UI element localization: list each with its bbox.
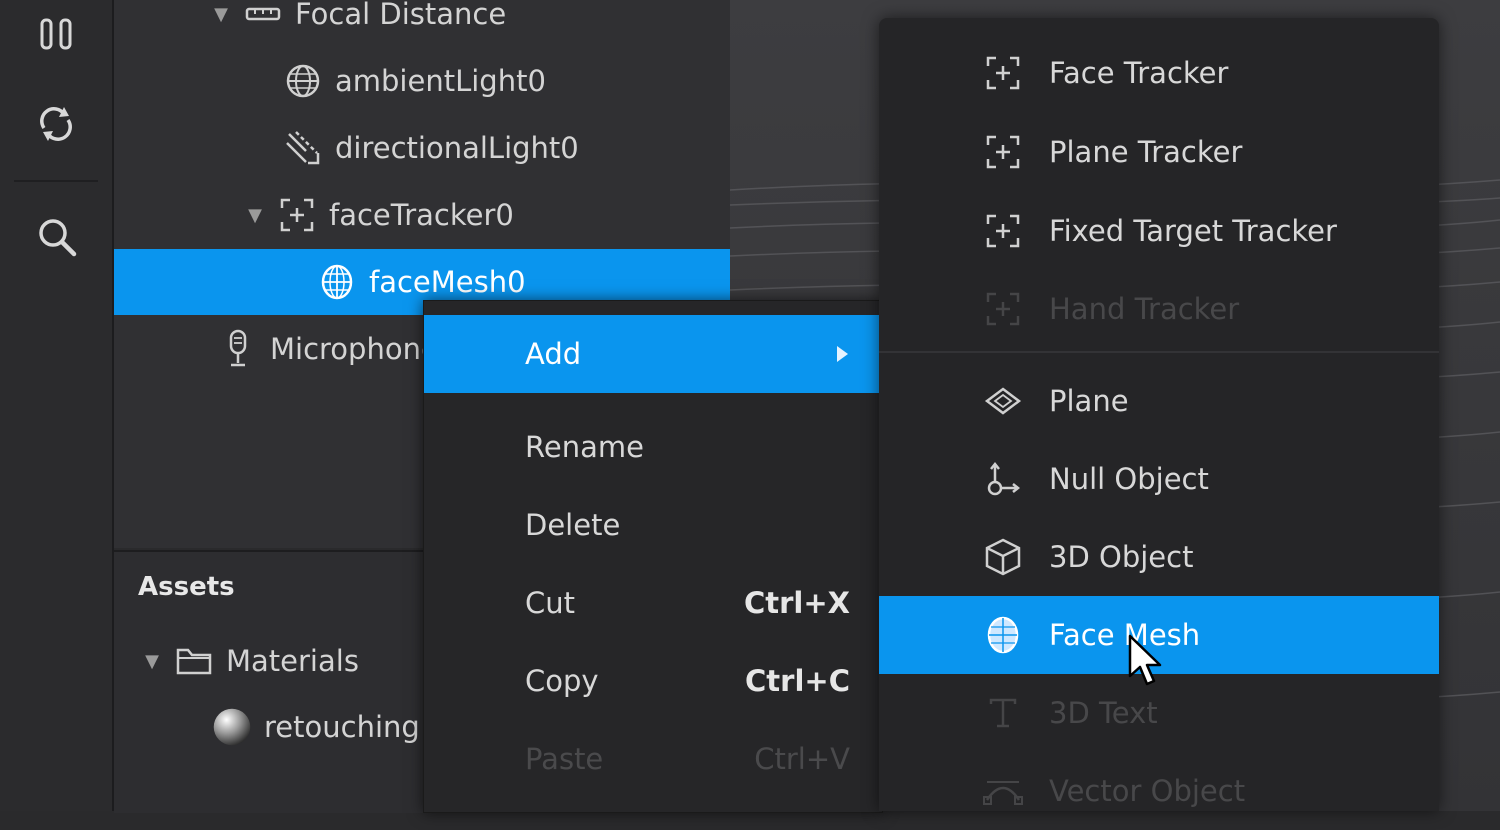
scene-row-label: directionalLight0 <box>335 131 579 165</box>
submenu-item-label: Hand Tracker <box>1049 292 1240 326</box>
folder-icon <box>174 641 214 681</box>
text-icon <box>981 691 1025 735</box>
submenu-item-label: Null Object <box>1049 462 1209 496</box>
mouse-cursor-icon <box>1128 634 1162 686</box>
menu-item-cut[interactable]: Cut Ctrl+X <box>424 564 882 642</box>
submenu-item-label: Vector Object <box>1049 774 1246 808</box>
submenu-item-label: Face Mesh <box>1049 618 1201 652</box>
vector-object-icon <box>981 769 1025 813</box>
submenu-item-label: Plane Tracker <box>1049 135 1243 169</box>
expand-triangle-icon[interactable]: ▼ <box>140 651 164 672</box>
submenu-item-vector-object: Vector Object <box>879 752 1439 830</box>
ruler-icon <box>243 0 283 34</box>
plane-tracker-icon <box>981 130 1025 174</box>
submenu-item-fixed-target-tracker[interactable]: Fixed Target Tracker <box>879 192 1439 270</box>
directional-light-icon <box>283 128 323 168</box>
menu-item-copy[interactable]: Copy Ctrl+C <box>424 642 882 720</box>
assets-title: Assets <box>138 572 235 602</box>
submenu-item-3d-object[interactable]: 3D Object <box>879 518 1439 596</box>
scene-row-focal-distance[interactable]: ▼ Focal Distance <box>114 0 825 47</box>
menu-item-label: Cut <box>525 586 575 620</box>
menu-item-shortcut: Ctrl+X <box>743 586 850 620</box>
scene-row-label: faceTracker0 <box>329 198 514 232</box>
menu-item-label: Rename <box>525 430 644 464</box>
scene-row-label: ambientLight0 <box>335 64 546 98</box>
refresh-icon[interactable] <box>28 96 84 152</box>
cube-icon <box>981 535 1025 579</box>
submenu-item-label: 3D Object <box>1049 540 1194 574</box>
asset-row-label: Materials <box>226 644 359 678</box>
face-mesh-icon <box>981 613 1025 657</box>
hand-tracker-icon <box>981 287 1025 331</box>
submenu-item-label: 3D Text <box>1049 696 1158 730</box>
face-mesh-icon <box>317 262 357 302</box>
submenu-item-label: Fixed Target Tracker <box>1049 214 1337 248</box>
globe-icon <box>283 61 323 101</box>
menu-item-label: Add <box>525 337 582 371</box>
null-object-icon <box>981 457 1025 501</box>
asset-row-label: retouching <box>264 710 420 744</box>
submenu-item-hand-tracker: Hand Tracker <box>879 270 1439 348</box>
left-toolbar <box>0 0 114 811</box>
menu-item-paste: Paste Ctrl+V <box>424 720 882 798</box>
submenu-divider <box>879 351 1439 353</box>
microphone-icon <box>218 329 258 369</box>
plane-icon <box>981 379 1025 423</box>
material-sphere-icon <box>212 707 252 747</box>
menu-item-delete[interactable]: Delete <box>424 486 882 564</box>
menu-item-add[interactable]: Add <box>424 315 882 393</box>
submenu-item-plane[interactable]: Plane <box>879 362 1439 440</box>
submenu-item-label: Face Tracker <box>1049 56 1229 90</box>
menu-item-label: Copy <box>525 664 599 698</box>
target-tracker-icon <box>981 209 1025 253</box>
submenu-item-plane-tracker[interactable]: Plane Tracker <box>879 113 1439 191</box>
menu-item-shortcut: Ctrl+C <box>745 664 850 698</box>
add-submenu: Face Tracker Plane Tracker Fixed Target … <box>879 18 1439 811</box>
face-tracker-icon <box>277 195 317 235</box>
menu-item-label: Paste <box>525 742 604 776</box>
submenu-item-face-tracker[interactable]: Face Tracker <box>879 34 1439 112</box>
menu-item-shortcut: Ctrl+V <box>754 742 850 776</box>
scene-row-label: Focal Distance <box>295 0 507 31</box>
face-tracker-icon <box>981 51 1025 95</box>
submenu-arrow-icon <box>837 346 848 362</box>
expand-triangle-icon[interactable]: ▼ <box>209 4 233 25</box>
submenu-item-label: Plane <box>1049 384 1129 418</box>
toolbar-divider <box>14 180 98 182</box>
context-menu: Add Rename Delete Cut Ctrl+X Copy Ctrl+C… <box>423 300 883 813</box>
pause-icon[interactable] <box>28 6 84 62</box>
expand-triangle-icon[interactable]: ▼ <box>243 205 267 226</box>
menu-item-rename[interactable]: Rename <box>424 408 882 486</box>
scene-row-label: faceMesh0 <box>369 265 526 299</box>
menu-item-label: Delete <box>525 508 621 542</box>
submenu-item-null-object[interactable]: Null Object <box>879 440 1439 518</box>
search-icon[interactable] <box>28 208 84 264</box>
scene-row-label: Microphone <box>270 332 439 366</box>
